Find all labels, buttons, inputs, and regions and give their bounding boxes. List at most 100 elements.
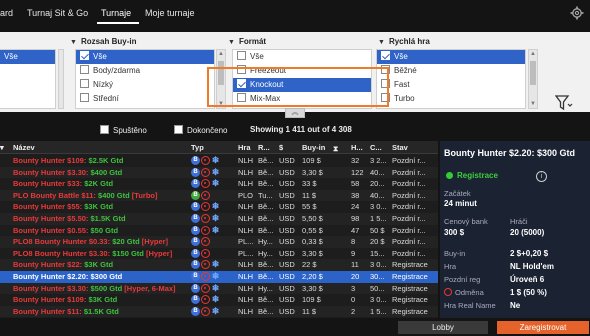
type-icons: B ❄ — [191, 283, 229, 294]
lobby-button[interactable]: Lobby — [398, 321, 488, 334]
target-icon — [201, 179, 210, 189]
arrow-down-icon[interactable]: ▼ — [529, 101, 537, 107]
col-currency[interactable]: $ — [279, 143, 283, 152]
checkbox[interactable] — [80, 93, 89, 102]
state-cell: Pozdní r... — [392, 167, 426, 177]
bounty-b-icon: B — [191, 214, 200, 223]
speed-scrollbar[interactable]: ▲ ▼ — [528, 49, 538, 109]
table-row[interactable]: PLO8 Bounty Hunter $0.33: $20 Gtd [Hyper… — [0, 236, 438, 248]
filter-option-vse[interactable]: Vše — [0, 50, 55, 64]
buyin-option-vse[interactable]: Vše — [76, 50, 214, 64]
game-cell: NLH — [238, 225, 254, 235]
tab-turnaje[interactable]: Turnaje — [101, 8, 131, 18]
currency-cell: USD — [279, 237, 295, 247]
arrow-up-icon[interactable]: ▲ — [217, 51, 225, 57]
players-cell: 58 — [351, 179, 360, 189]
bounty-b-icon: B — [191, 260, 200, 270]
table-row[interactable]: Bounty Hunter $109: $2.5K Gtd B ❄ NLH Bě... U… — [0, 155, 438, 167]
prize-cell: 40... — [370, 190, 385, 200]
col-stav[interactable]: Stav — [392, 143, 408, 152]
chevron-down-icon[interactable]: ▼ — [70, 39, 77, 46]
type-icons: B — [191, 190, 229, 201]
snowflake-icon: ❄ — [211, 201, 220, 212]
sort-arrow-icon[interactable]: ▾ — [0, 143, 4, 152]
table-header: ▾ Název Typ Hra R... $ Buy-in ⧗ H... C..… — [0, 141, 438, 154]
col-buyin[interactable]: Buy-in — [302, 143, 325, 152]
speed-option-fast[interactable]: Fast — [377, 78, 525, 92]
tournament-name: PLO8 Bounty Hunter $3.30: $150 Gtd [Hype… — [13, 248, 173, 258]
col-typ[interactable]: Typ — [191, 143, 204, 152]
checkbox[interactable] — [381, 51, 390, 60]
checkbox[interactable] — [80, 51, 89, 60]
checkbox[interactable] — [174, 125, 183, 134]
hourglass-icon[interactable]: ⧗ — [333, 144, 338, 154]
table-row[interactable]: Bounty Hunter $0.55: $50 Gtd B ❄ NLH Bě... US… — [0, 225, 438, 237]
table-row[interactable]: Bounty Hunter $11: $1.5K Gtd B ❄ NLH Bě... US… — [0, 305, 438, 318]
players-cell: 9 — [351, 248, 356, 258]
tab-sit-and-go[interactable]: Turnaj Sit & Go — [27, 8, 88, 18]
register-button[interactable]: Zaregistrovat — [497, 321, 589, 334]
info-icon[interactable]: i — [536, 171, 547, 182]
tournament-name: Bounty Hunter $2.20: $300 Gtd — [13, 272, 123, 281]
table-row[interactable]: Bounty Hunter $3.30: $500 Gtd [Hyper, 6-… — [0, 282, 438, 295]
checkbox[interactable] — [237, 51, 246, 60]
chevron-down-icon[interactable]: ▼ — [378, 39, 385, 46]
col-c[interactable]: C... — [370, 143, 382, 152]
table-row[interactable]: Bounty Hunter $5.50: $1.5K Gtd B ❄ NLH Bě...… — [0, 213, 438, 225]
prize-cell: 1 5... — [370, 306, 387, 316]
pozdni-label: Pozdní reg — [444, 275, 481, 284]
state-cell: Registrace — [392, 260, 428, 270]
buyin-option-stredni[interactable]: Střední — [76, 92, 214, 106]
speed-option-vse[interactable]: Vše — [377, 50, 525, 64]
tab-moje-turnaje[interactable]: Moje turnaje — [145, 8, 195, 18]
checkbox[interactable] — [80, 65, 89, 74]
buyin-cell: 3,30 $ — [302, 248, 323, 258]
target-icon — [201, 225, 210, 235]
collapse-filters-button[interactable]: ︽ — [285, 108, 305, 118]
table-row[interactable]: Bounty Hunter $55: $3K Gtd B ❄ NLH Bě... USD 5… — [0, 201, 438, 213]
dokonceno-checkbox[interactable]: Dokončeno — [174, 125, 227, 135]
table-row[interactable]: Bounty Hunter $109: $3K Gtd B ❄ NLH Bě... USD… — [0, 294, 438, 306]
table-row[interactable]: Bounty Hunter $2.20: $300 Gtd B ❄ NLH Bě... U… — [0, 271, 438, 283]
target-icon — [201, 295, 210, 305]
col-r[interactable]: R... — [258, 143, 270, 152]
table-row[interactable]: Bounty Hunter $3.30: $400 Gtd B ❄ NLH Bě... U… — [0, 166, 438, 179]
filter-funnel-icon[interactable] — [555, 94, 573, 112]
players-cell: 24 — [351, 202, 360, 212]
speed-option-bezne[interactable]: Běžné — [377, 64, 525, 78]
bounty-b-icon: B — [191, 306, 200, 316]
snowflake-icon: ❄ — [211, 213, 220, 223]
col-hra[interactable]: Hra — [238, 143, 251, 152]
arrow-up-icon[interactable]: ▲ — [529, 51, 537, 57]
table-row[interactable]: Bounty Hunter $22: $3K Gtd B ❄ NLH Bě... USD 2… — [0, 259, 438, 271]
format-option-vse[interactable]: Vše — [233, 50, 371, 64]
prize-cell: 50... — [370, 283, 385, 293]
spusteno-checkbox[interactable]: Spuštěno — [100, 125, 147, 135]
target-icon — [201, 283, 210, 293]
checkbox[interactable] — [80, 79, 89, 88]
currency-cell: USD — [279, 306, 295, 316]
checkbox[interactable] — [100, 125, 109, 134]
buyin-cell: 0,33 $ — [302, 237, 323, 247]
scrollbar[interactable] — [58, 49, 64, 109]
speed-list: Vše Běžné Fast Turbo — [376, 49, 526, 109]
col-h[interactable]: H... — [351, 143, 363, 152]
table-row[interactable]: PLO8 Bounty Hunter $3.30: $150 Gtd [Hype… — [0, 248, 438, 260]
buyin-option-body[interactable]: Body/zdarma — [76, 64, 214, 78]
speed-cell: Bě... — [258, 295, 274, 305]
tournament-name: Bounty Hunter $55: $3K Gtd — [13, 202, 114, 212]
speed-cell: Bě... — [258, 167, 274, 177]
table-row[interactable]: Bounty Hunter $33: $2K Gtd B ❄ NLH Bě... USD 3… — [0, 178, 438, 190]
prize-cell: 1 5... — [370, 214, 387, 223]
gear-icon[interactable] — [570, 6, 584, 20]
hra-value: NL Hold'em — [510, 262, 554, 271]
col-nazev[interactable]: Název — [13, 143, 35, 152]
format-highlight-frame — [207, 67, 389, 107]
table-row[interactable]: PLO Bounty Battle $11: $400 Gtd [Turbo] B… — [0, 189, 438, 202]
speed-option-turbo[interactable]: Turbo — [377, 92, 525, 106]
tab-ard[interactable]: ard — [0, 8, 13, 18]
scroll-thumb[interactable] — [530, 61, 536, 85]
chevron-down-icon[interactable]: ▼ — [228, 39, 235, 46]
target-icon — [201, 167, 210, 177]
buyin-option-nizky[interactable]: Nízký — [76, 78, 214, 92]
